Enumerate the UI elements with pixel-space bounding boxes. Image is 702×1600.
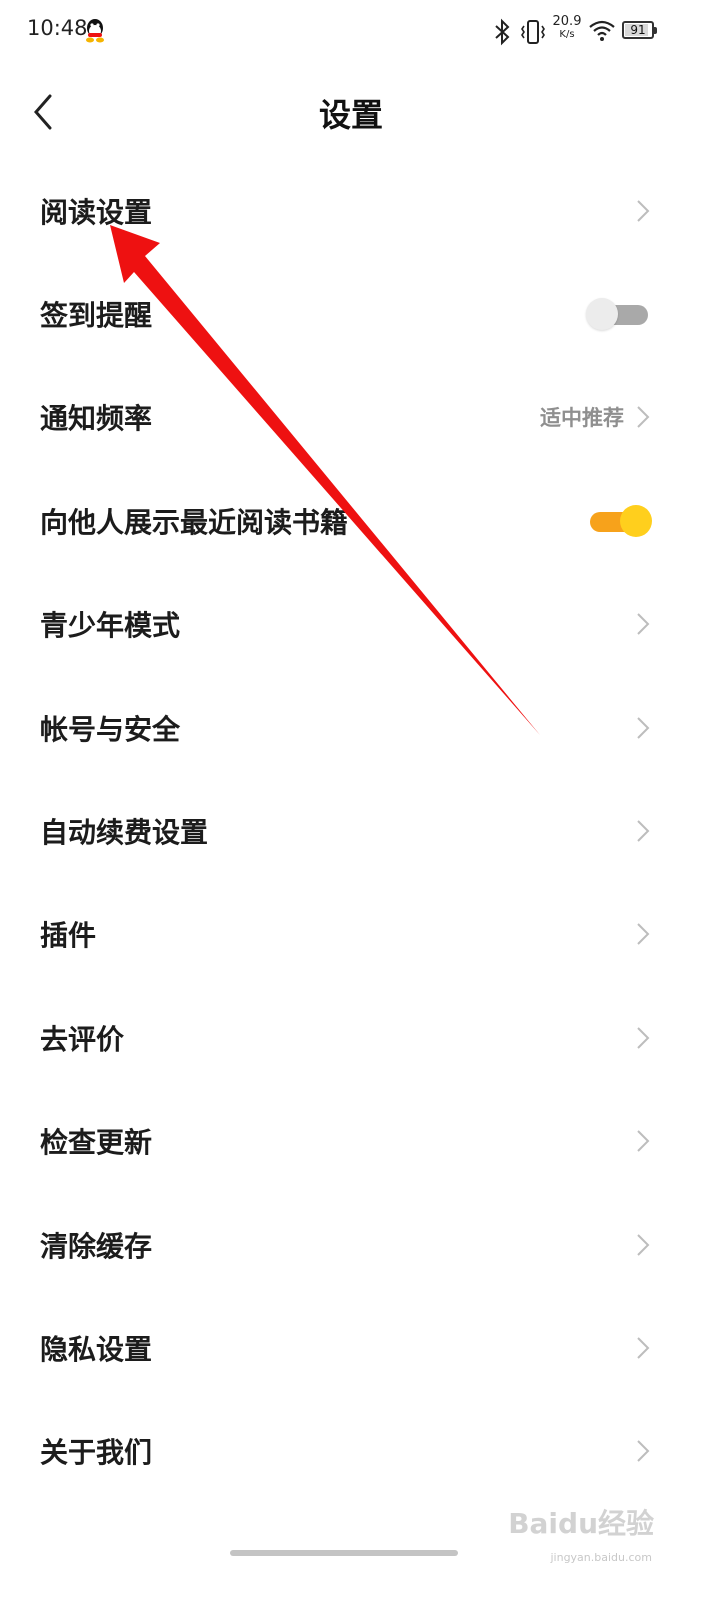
settings-item-checkin-reminder: 签到提醒 xyxy=(0,262,702,365)
chevron-right-icon xyxy=(637,1130,650,1152)
chevron-right-icon xyxy=(637,406,650,429)
chevron-right-icon xyxy=(637,1233,650,1256)
vibrate-icon xyxy=(521,20,545,44)
settings-list: 阅读设置 签到提醒 通知频率 适中推荐 向他人展示最近阅读书籍 青少年模式 帐号… xyxy=(0,159,702,1503)
network-speed-unit: K/s xyxy=(559,29,575,40)
watermark-url: jingyan.baidu.com xyxy=(550,1551,652,1564)
watermark-logo: Baidu经验 xyxy=(508,1507,654,1540)
settings-item-reading[interactable]: 阅读设置 xyxy=(0,159,702,262)
settings-item-label: 帐号与安全 xyxy=(40,712,181,746)
page-title: 设置 xyxy=(318,96,383,134)
chevron-right-icon xyxy=(637,1337,650,1359)
settings-item-plugins[interactable]: 插件 xyxy=(0,883,702,986)
settings-item-rate[interactable]: 去评价 xyxy=(0,986,702,1089)
qq-icon xyxy=(86,19,104,43)
settings-item-privacy[interactable]: 隐私设置 xyxy=(0,1296,702,1399)
toggle-knob xyxy=(620,504,652,537)
settings-item-account-security[interactable]: 帐号与安全 xyxy=(0,676,702,779)
bluetooth-icon xyxy=(495,18,510,46)
chevron-right-icon xyxy=(637,1440,650,1463)
wifi-icon xyxy=(589,20,615,41)
settings-item-label: 检查更新 xyxy=(40,1126,153,1160)
notify-frequency-value: 适中推荐 xyxy=(540,406,624,431)
settings-item-notify-frequency[interactable]: 通知频率 适中推荐 xyxy=(0,366,702,469)
status-bar: 10:48 20.9 K/s 91 xyxy=(0,0,702,64)
settings-item-label: 向他人展示最近阅读书籍 xyxy=(40,505,349,539)
show-recent-books-toggle[interactable] xyxy=(586,504,652,538)
header: 设置 xyxy=(0,64,702,160)
chevron-right-icon xyxy=(637,923,650,946)
settings-item-auto-renew[interactable]: 自动续费设置 xyxy=(0,779,702,882)
chevron-right-icon xyxy=(637,716,650,739)
network-speed-value: 20.9 xyxy=(552,14,582,29)
settings-item-label: 青少年模式 xyxy=(40,609,181,643)
settings-item-check-update[interactable]: 检查更新 xyxy=(0,1090,702,1193)
battery-level: 91 xyxy=(630,23,646,37)
chevron-right-icon xyxy=(637,199,650,222)
settings-item-label: 自动续费设置 xyxy=(40,816,209,850)
status-time: 10:48 xyxy=(27,16,88,40)
settings-item-label: 去评价 xyxy=(40,1022,125,1056)
toggle-knob xyxy=(586,298,618,331)
settings-item-label: 关于我们 xyxy=(40,1436,153,1470)
settings-item-label: 通知频率 xyxy=(40,402,153,436)
home-indicator[interactable] xyxy=(230,1550,458,1556)
checkin-reminder-toggle[interactable] xyxy=(586,297,652,331)
settings-item-label: 隐私设置 xyxy=(40,1332,153,1366)
battery-icon: 91 xyxy=(622,21,657,39)
settings-item-about[interactable]: 关于我们 xyxy=(0,1400,702,1503)
chevron-right-icon xyxy=(637,820,650,842)
chevron-right-icon xyxy=(637,613,650,635)
chevron-right-icon xyxy=(637,1027,650,1049)
settings-item-label: 阅读设置 xyxy=(40,195,153,229)
settings-item-label: 签到提醒 xyxy=(40,299,153,333)
settings-item-clear-cache[interactable]: 清除缓存 xyxy=(0,1193,702,1296)
settings-item-label: 清除缓存 xyxy=(40,1229,153,1263)
settings-item-teen-mode[interactable]: 青少年模式 xyxy=(0,573,702,676)
settings-item-show-recent-books: 向他人展示最近阅读书籍 xyxy=(0,469,702,572)
network-speed: 20.9 K/s xyxy=(552,15,582,40)
settings-item-label: 插件 xyxy=(40,919,97,953)
